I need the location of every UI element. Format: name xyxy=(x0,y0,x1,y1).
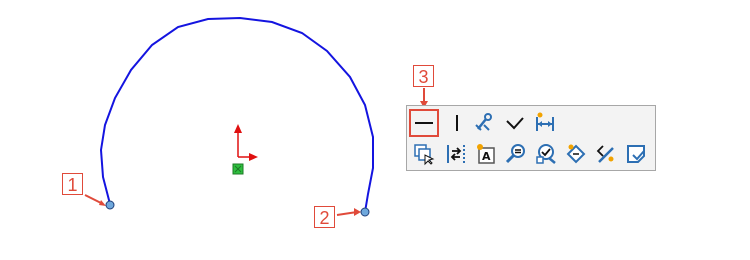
vertical-relation-icon xyxy=(456,115,458,131)
sketch-tool-1-icon xyxy=(566,144,586,164)
view-sketch-relations-icon xyxy=(536,144,556,164)
checkmark-icon xyxy=(506,117,524,130)
ok-button[interactable] xyxy=(503,111,527,135)
arc-endpoint-start[interactable] xyxy=(105,200,115,210)
horizontal-relation-icon xyxy=(415,122,433,124)
callout-2: 2 xyxy=(314,206,335,228)
callout-3: 3 xyxy=(413,65,434,87)
add-text-button[interactable]: A xyxy=(474,142,498,166)
convert-entities-button[interactable] xyxy=(444,142,468,166)
vertical-relation-button[interactable] xyxy=(445,111,469,135)
callout-1-arrowhead xyxy=(99,200,106,206)
fix-relation-icon xyxy=(475,113,492,131)
callout-1: 1 xyxy=(62,173,83,195)
svg-text:A: A xyxy=(482,150,491,163)
sketch-origin xyxy=(232,124,258,175)
sketch-arc[interactable] xyxy=(99,16,374,213)
exit-sketch-icon xyxy=(627,145,645,163)
sketch-tool-1-button[interactable] xyxy=(564,142,588,166)
smart-dimension-button[interactable] xyxy=(533,111,557,135)
zoom-to-selection-icon xyxy=(505,144,525,164)
sketch-tool-2-button[interactable] xyxy=(594,142,618,166)
exit-sketch-button[interactable] xyxy=(624,142,648,166)
view-sketch-relations-button[interactable] xyxy=(534,142,558,166)
arc-endpoint-end[interactable] xyxy=(360,207,370,217)
callout-2-arrowhead xyxy=(354,208,361,216)
select-other-button[interactable] xyxy=(412,142,436,166)
context-toolbar: A xyxy=(406,105,656,171)
select-other-icon xyxy=(414,144,435,166)
add-text-icon: A xyxy=(477,144,495,164)
zoom-to-selection-button[interactable] xyxy=(504,142,528,166)
horizontal-relation-button[interactable] xyxy=(412,111,436,135)
convert-entities-icon xyxy=(447,145,465,163)
smart-dimension-icon xyxy=(536,112,554,131)
sketch-tool-2-icon xyxy=(596,145,614,163)
fix-relation-button[interactable] xyxy=(472,111,496,135)
